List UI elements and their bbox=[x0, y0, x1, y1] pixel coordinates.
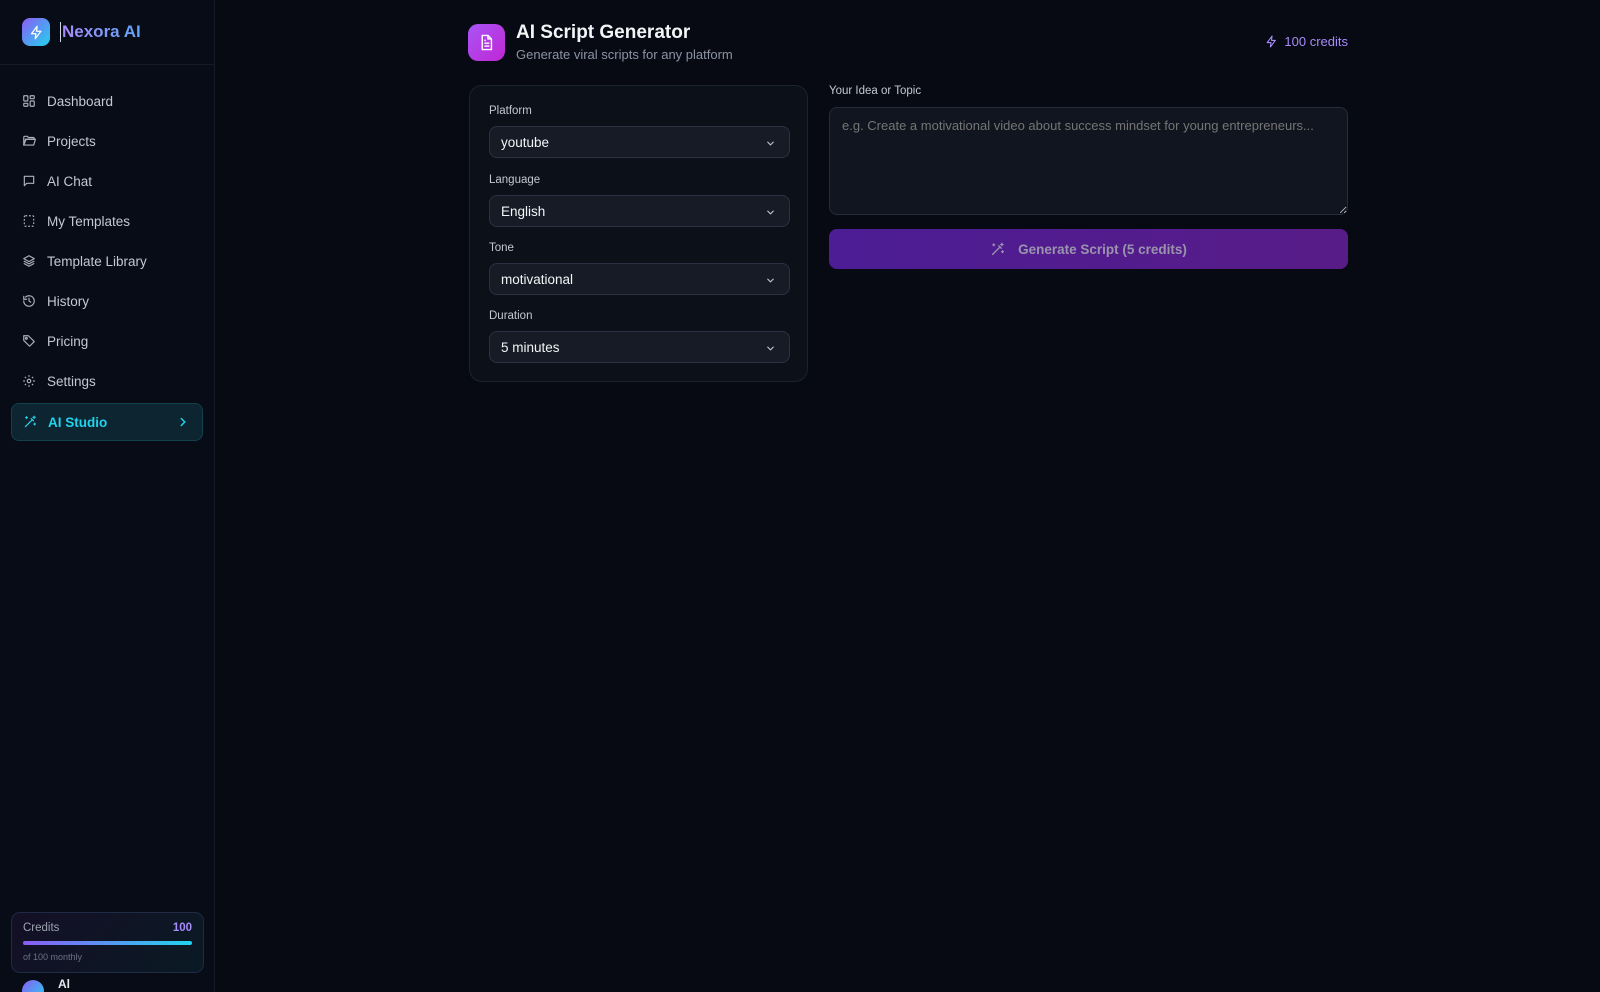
tone-select[interactable]: motivational bbox=[489, 263, 790, 295]
sidebar-item-label: Template Library bbox=[47, 253, 147, 269]
tone-label: Tone bbox=[489, 242, 514, 254]
bolt-icon bbox=[22, 18, 50, 46]
sidebar-item-history[interactable]: History bbox=[0, 281, 214, 321]
gear-icon bbox=[23, 375, 35, 387]
sidebar-item-label: AI Chat bbox=[47, 173, 93, 189]
sidebar-item-label: Settings bbox=[47, 373, 96, 389]
wand-icon bbox=[991, 242, 1005, 255]
page-subtitle: Generate viral scripts for any platform bbox=[516, 47, 733, 62]
brand[interactable]: Nexora AI bbox=[0, 0, 214, 65]
chevron-right-icon bbox=[180, 417, 186, 427]
platform-label: Platform bbox=[489, 105, 532, 117]
history-icon bbox=[23, 295, 35, 307]
layers-icon bbox=[23, 255, 35, 267]
sidebar-item-label: AI Studio bbox=[48, 414, 108, 430]
dashboard-icon bbox=[23, 95, 35, 107]
avatar bbox=[22, 980, 44, 992]
sidebar-item-settings[interactable]: Settings bbox=[0, 361, 214, 401]
platform-value: youtube bbox=[501, 134, 550, 150]
language-select[interactable]: English bbox=[489, 195, 790, 227]
chevron-down-icon bbox=[767, 210, 774, 215]
template-icon bbox=[23, 215, 35, 227]
sidebar-item-label: Pricing bbox=[47, 333, 89, 349]
credits-progress-bar bbox=[23, 941, 192, 945]
credits-subtext: of 100 monthly bbox=[23, 952, 83, 962]
language-label: Language bbox=[489, 174, 541, 186]
platform-select[interactable]: youtube bbox=[489, 126, 790, 158]
page-title: AI Script Generator bbox=[516, 22, 691, 43]
duration-label: Duration bbox=[489, 310, 533, 322]
bolt-icon bbox=[1267, 35, 1277, 48]
credits-label: Credits bbox=[23, 922, 60, 934]
idea-textarea[interactable] bbox=[829, 107, 1348, 215]
user-name: Al bbox=[58, 977, 70, 991]
sidebar-item-pricing[interactable]: Pricing bbox=[0, 321, 214, 361]
credits-indicator[interactable]: 100 credits bbox=[1265, 34, 1348, 49]
generate-script-button[interactable]: Generate Script (5 credits) bbox=[829, 229, 1348, 269]
credits-widget[interactable]: Credits 100 of 100 monthly bbox=[11, 912, 204, 973]
sidebar-item-label: Dashboard bbox=[47, 93, 114, 109]
sidebar-item-my-templates[interactable]: My Templates bbox=[0, 201, 214, 241]
chevron-down-icon bbox=[767, 141, 774, 146]
sidebar: Nexora AI Dashboard Projects AI Chat My … bbox=[0, 0, 215, 992]
sidebar-nav: Dashboard Projects AI Chat My Templates … bbox=[0, 65, 214, 441]
sidebar-item-template-library[interactable]: Template Library bbox=[0, 241, 214, 281]
document-icon bbox=[468, 24, 505, 61]
sidebar-item-label: Projects bbox=[47, 133, 96, 149]
credits-count: 100 credits bbox=[1284, 34, 1348, 49]
duration-select[interactable]: 5 minutes bbox=[489, 331, 790, 363]
credits-value: 100 bbox=[172, 922, 192, 934]
generate-button-label: Generate Script (5 credits) bbox=[1018, 241, 1187, 257]
chevron-down-icon bbox=[767, 346, 774, 351]
user-profile[interactable]: Al bbox=[22, 977, 70, 992]
credits-progress-fill bbox=[23, 941, 192, 945]
duration-value: 5 minutes bbox=[501, 339, 560, 355]
sidebar-item-label: History bbox=[47, 293, 90, 309]
text-cursor bbox=[60, 22, 61, 42]
sidebar-item-ai-studio[interactable]: AI Studio bbox=[11, 403, 203, 441]
sidebar-item-projects[interactable]: Projects bbox=[0, 121, 214, 161]
brand-name: Nexora AI bbox=[62, 22, 141, 41]
sidebar-item-dashboard[interactable]: Dashboard bbox=[0, 81, 214, 121]
script-settings-panel: Platform youtube Language English Tone m… bbox=[469, 85, 808, 382]
chat-icon bbox=[23, 175, 35, 187]
tone-value: motivational bbox=[501, 271, 574, 287]
language-value: English bbox=[501, 203, 546, 219]
idea-label: Your Idea or Topic bbox=[829, 85, 922, 97]
sidebar-item-ai-chat[interactable]: AI Chat bbox=[0, 161, 214, 201]
chevron-down-icon bbox=[767, 278, 774, 283]
folder-icon bbox=[23, 135, 36, 146]
tag-icon bbox=[23, 335, 35, 347]
sidebar-item-label: My Templates bbox=[47, 213, 131, 229]
wand-icon bbox=[24, 415, 37, 428]
